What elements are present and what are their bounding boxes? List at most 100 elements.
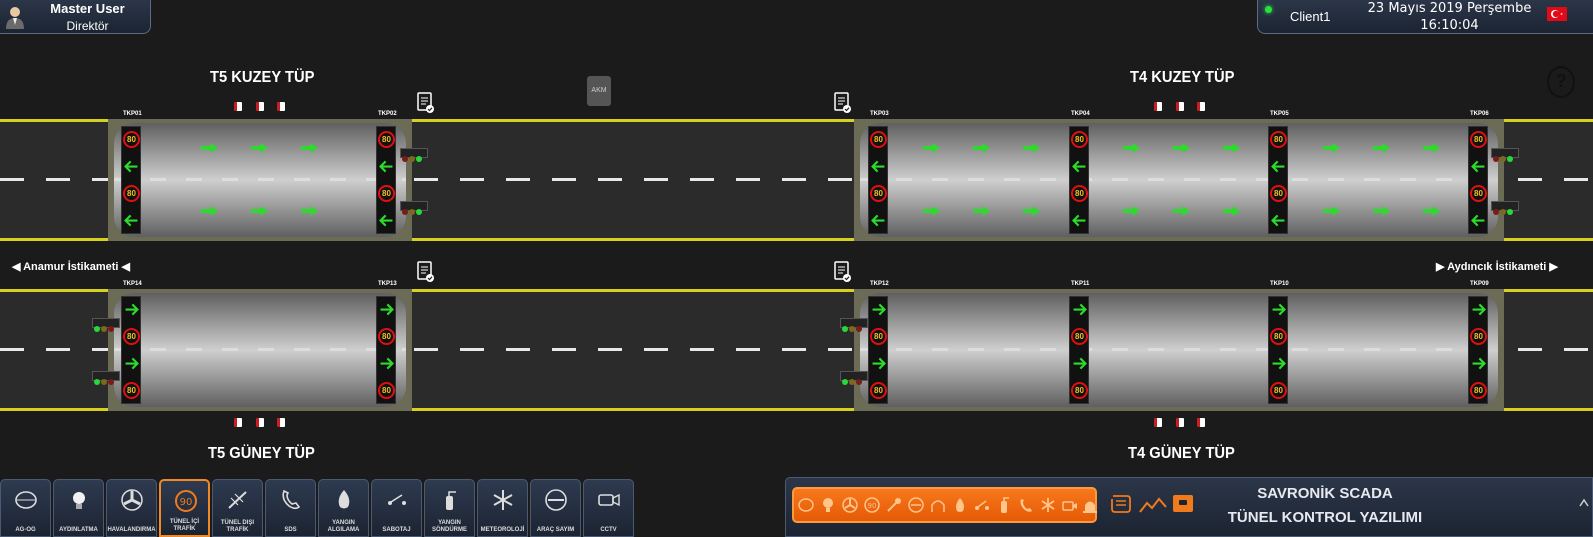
- speed-sign-icon: 90: [175, 490, 197, 512]
- traffic-light-icon[interactable]: [92, 371, 120, 385]
- vms-panel-tkp05[interactable]: 80 80: [1268, 126, 1288, 234]
- vms-id-label: TKP10: [1270, 281, 1289, 287]
- toolbar-button-9[interactable]: METEOROLOJİ: [477, 479, 528, 537]
- speed-limit-sign: 80: [1071, 328, 1088, 345]
- vms-panel-tkp03[interactable]: 80 80: [868, 126, 888, 234]
- counter-icon: [908, 497, 924, 513]
- tunnel-icon: [931, 500, 945, 512]
- scada-title: SAVRONİK SCADA: [1257, 485, 1393, 502]
- speed-limit-sign: 80: [1470, 382, 1487, 399]
- speed-limit-sign: 80: [378, 328, 395, 345]
- bulb-icon: [823, 498, 833, 512]
- vms-id-label: TKP01: [123, 111, 142, 117]
- camera-icon: [598, 493, 620, 507]
- speed-limit-sign: 80: [123, 328, 140, 345]
- trend-chart-icon[interactable]: [1139, 495, 1167, 515]
- lane-arrow-left-icon: [1471, 214, 1485, 227]
- power-grid-icon: [15, 491, 37, 509]
- lane-arrow-right-icon: [380, 303, 394, 316]
- switch-icon: [388, 494, 406, 505]
- fire-icon: [338, 490, 350, 509]
- road-works-icon: [887, 498, 901, 512]
- traffic-light-icon[interactable]: [1491, 201, 1519, 215]
- toolbar-button-5[interactable]: SDS: [265, 479, 316, 537]
- traffic-light-icon[interactable]: [1491, 148, 1519, 162]
- toolbar-button-3[interactable]: 90 TÜNEL İÇİ TRAFİK: [159, 479, 210, 537]
- alarm-light-icon: [1083, 501, 1097, 513]
- toolbar-button-2[interactable]: HAVALANDIRMA: [106, 479, 157, 537]
- phone-icon: [282, 489, 301, 510]
- vms-panel-tkp11[interactable]: 80 80: [1069, 296, 1089, 404]
- vms-panel-tkp02[interactable]: 80 80: [376, 126, 396, 234]
- speed-limit-sign: 80: [1071, 185, 1088, 202]
- speed-limit-sign: 80: [378, 382, 395, 399]
- toolbar-button-1[interactable]: AYDINLATMA: [53, 479, 104, 537]
- vms-panel-tkp14[interactable]: 80 80: [121, 296, 141, 404]
- vms-id-label: TKP03: [870, 111, 889, 117]
- vms-id-label: TKP09: [1470, 281, 1489, 287]
- toolbar-button-8[interactable]: YANGIN SÖNDÜRME: [424, 479, 475, 537]
- toolbar-label: YANGIN ALGILAMA: [327, 520, 360, 533]
- vms-panel-tkp12[interactable]: 80 80: [868, 296, 888, 404]
- vms-layer: TKP01 80 80 TKP02 80 80 TKP03 80 80 TKP04 80 80 TKP0…: [0, 0, 1593, 537]
- lane-arrow-left-icon: [1471, 160, 1485, 173]
- lane-arrow-right-icon: [380, 357, 394, 370]
- svg-text:90: 90: [180, 497, 193, 508]
- vms-panel-tkp10[interactable]: 80 80: [1268, 296, 1288, 404]
- lane-arrow-right-icon: [1472, 357, 1486, 370]
- traffic-light-icon[interactable]: [840, 318, 868, 332]
- traffic-light-icon[interactable]: [400, 201, 428, 215]
- scroll-log-icon[interactable]: [1109, 493, 1133, 515]
- lane-arrow-right-icon: [1472, 303, 1486, 316]
- speed-limit-sign: 80: [1470, 185, 1487, 202]
- toolbar-label: HAVALANDIRMA: [107, 527, 156, 533]
- vms-panel-tkp13[interactable]: 80 80: [376, 296, 396, 404]
- toolbar-button-0[interactable]: AG-OG: [0, 479, 51, 537]
- bulb-icon: [73, 492, 85, 509]
- toolbar-label: SDS: [284, 527, 297, 533]
- alarm-summary-bar[interactable]: 90: [792, 487, 1097, 523]
- traffic-light-icon[interactable]: [92, 318, 120, 332]
- vms-panel-tkp04[interactable]: 80 80: [1069, 126, 1089, 234]
- speed-limit-sign: 80: [123, 185, 140, 202]
- toolbar-button-4[interactable]: TÜNEL DIŞI TRAFİK: [212, 479, 263, 537]
- toolbar-button-6[interactable]: YANGIN ALGILAMA: [318, 479, 369, 537]
- speed-limit-sign: 80: [1270, 328, 1287, 345]
- extinguisher-icon: [1001, 497, 1009, 513]
- svg-text:90: 90: [868, 502, 877, 510]
- toolbar-button-10[interactable]: ARAÇ SAYIM: [530, 479, 581, 537]
- lane-arrow-right-icon: [872, 357, 886, 370]
- vms-id-label: TKP05: [1270, 111, 1289, 117]
- fan-icon: [121, 489, 143, 511]
- speed-limit-sign: 80: [1270, 185, 1287, 202]
- road-works-icon: [228, 491, 247, 509]
- speed-sign-icon: 90: [864, 497, 880, 513]
- extinguisher-icon: [446, 491, 456, 510]
- vms-panel-tkp01[interactable]: 80 80: [121, 126, 141, 234]
- vms-id-label: TKP06: [1470, 111, 1489, 117]
- lane-arrow-right-icon: [1272, 303, 1286, 316]
- vms-id-label: TKP14: [123, 281, 142, 287]
- toolbar-button-11[interactable]: CCTV: [583, 479, 634, 537]
- lane-arrow-left-icon: [871, 214, 885, 227]
- toolbar-button-7[interactable]: SABOTAJ: [371, 479, 422, 537]
- toolbar-label: METEOROLOJİ: [480, 527, 525, 533]
- lane-arrow-left-icon: [379, 214, 393, 227]
- vms-panel-tkp06[interactable]: 80 80: [1468, 126, 1488, 234]
- chevron-up-icon[interactable]: [1578, 496, 1590, 510]
- speed-limit-sign: 80: [870, 185, 887, 202]
- vms-id-label: TKP11: [1071, 281, 1090, 287]
- traffic-light-icon[interactable]: [400, 148, 428, 162]
- toolbar-label: TÜNEL DIŞI TRAFİK: [220, 520, 255, 533]
- lane-arrow-left-icon: [124, 214, 138, 227]
- vms-panel-tkp09[interactable]: 80 80: [1468, 296, 1488, 404]
- vms-id-label: TKP13: [378, 281, 397, 287]
- lane-arrow-right-icon: [1073, 357, 1087, 370]
- speed-limit-sign: 80: [870, 382, 887, 399]
- lane-arrow-right-icon: [125, 303, 139, 316]
- traffic-light-icon[interactable]: [840, 371, 868, 385]
- lane-arrow-left-icon: [871, 160, 885, 173]
- inbox-icon[interactable]: [1172, 492, 1194, 514]
- speed-limit-sign: 80: [870, 328, 887, 345]
- speed-limit-sign: 80: [378, 185, 395, 202]
